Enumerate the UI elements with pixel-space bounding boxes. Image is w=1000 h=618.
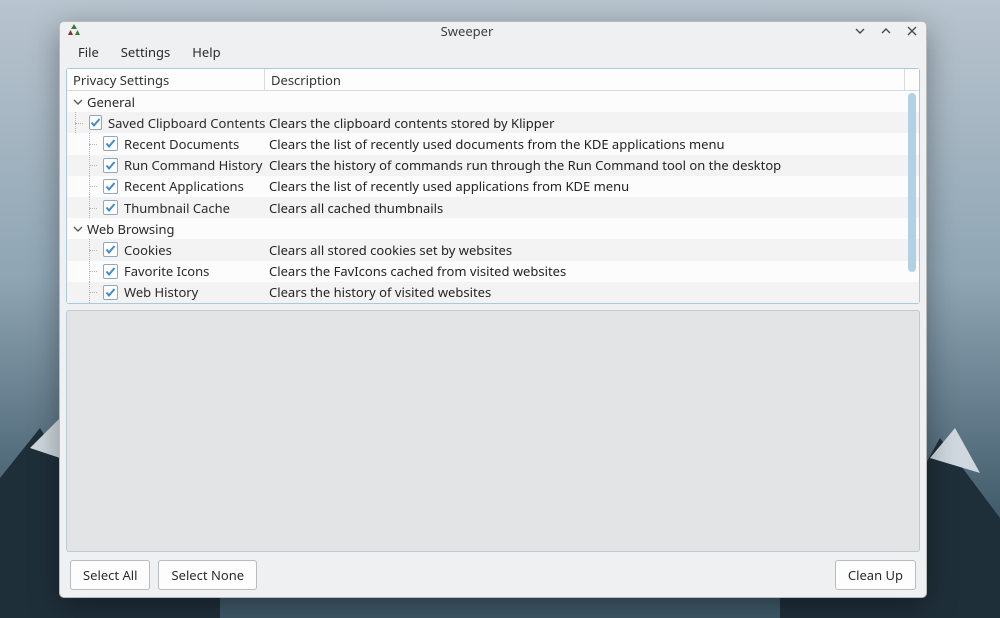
window-title: Sweeper [82, 22, 852, 40]
item-description: Clears the history of commands run throu… [265, 155, 919, 176]
item-label: Run Command History [124, 156, 262, 174]
branch-line [81, 197, 101, 218]
select-all-button[interactable]: Select All [70, 560, 150, 590]
item-label: Recent Applications [124, 177, 244, 195]
app-icon [66, 23, 82, 39]
item-description: Clears all stored cookies set by website… [265, 239, 919, 260]
group-row[interactable]: Web Browsing [67, 218, 919, 239]
tree-item[interactable]: Recent Applications Clears the list of r… [67, 176, 919, 197]
checkbox[interactable] [103, 158, 118, 173]
tree-item[interactable]: Run Command History Clears the history o… [67, 155, 919, 176]
clean-up-button[interactable]: Clean Up [835, 560, 916, 590]
column-spacer [905, 69, 919, 90]
scrollbar-thumb[interactable] [908, 93, 916, 272]
tree-item[interactable]: Recent Documents Clears the list of rece… [67, 133, 919, 154]
chevron-down-icon[interactable] [71, 95, 85, 109]
group-label: Web Browsing [87, 220, 175, 238]
item-label: Recent Documents [124, 135, 239, 153]
column-description[interactable]: Description [265, 69, 905, 90]
group-row[interactable]: General [67, 91, 919, 112]
item-description: Clears the clipboard contents stored by … [265, 112, 919, 133]
branch-line [81, 155, 101, 176]
branch-line [81, 261, 101, 282]
branch-line [81, 282, 101, 303]
chevron-down-icon[interactable] [71, 222, 85, 236]
bottom-toolbar: Select All Select None Clean Up [60, 552, 926, 598]
maximize-icon[interactable] [878, 23, 894, 39]
item-label: Favorite Icons [124, 262, 209, 280]
checkbox[interactable] [103, 200, 118, 215]
checkbox[interactable] [103, 285, 118, 300]
minimize-icon[interactable] [852, 23, 868, 39]
item-description: Clears the list of recently used documen… [265, 133, 919, 154]
branch-line [81, 176, 101, 197]
item-label: Saved Clipboard Contents [108, 114, 265, 132]
checkbox[interactable] [103, 264, 118, 279]
checkbox[interactable] [89, 115, 102, 130]
select-none-button[interactable]: Select None [158, 560, 257, 590]
scrollbar[interactable] [907, 93, 917, 301]
tree-item[interactable]: Thumbnail Cache Clears all cached thumbn… [67, 197, 919, 218]
titlebar[interactable]: Sweeper [60, 22, 926, 40]
tree-item[interactable]: Favorite Icons Clears the FavIcons cache… [67, 261, 919, 282]
menu-settings[interactable]: Settings [111, 40, 180, 64]
checkbox[interactable] [103, 242, 118, 257]
item-description: Clears the FavIcons cached from visited … [265, 261, 919, 282]
menu-file[interactable]: File [68, 40, 109, 64]
privacy-tree: Privacy Settings Description General [66, 68, 920, 304]
branch-line [81, 133, 101, 154]
checkbox[interactable] [103, 179, 118, 194]
item-label: Thumbnail Cache [124, 199, 230, 217]
log-panel [66, 310, 920, 552]
group-label: General [87, 93, 135, 111]
tree-item[interactable]: Web History Clears the history of visite… [67, 282, 919, 303]
menu-help[interactable]: Help [182, 40, 230, 64]
item-label: Cookies [124, 241, 172, 259]
branch-line [67, 112, 87, 133]
item-description: Clears the history of visited websites [265, 282, 919, 303]
tree-item[interactable]: Cookies Clears all stored cookies set by… [67, 239, 919, 260]
branch-line [81, 239, 101, 260]
item-description: Clears the list of recently used applica… [265, 176, 919, 197]
item-label: Web History [124, 283, 198, 301]
tree-header: Privacy Settings Description [67, 69, 919, 91]
column-privacy[interactable]: Privacy Settings [67, 69, 265, 90]
close-icon[interactable] [904, 23, 920, 39]
menubar: File Settings Help [60, 40, 926, 64]
app-window: Sweeper File Settings Help Privacy Setti… [59, 21, 927, 598]
item-description: Clears all cached thumbnails [265, 197, 919, 218]
checkbox[interactable] [103, 136, 118, 151]
tree-item[interactable]: Saved Clipboard Contents Clears the clip… [67, 112, 919, 133]
